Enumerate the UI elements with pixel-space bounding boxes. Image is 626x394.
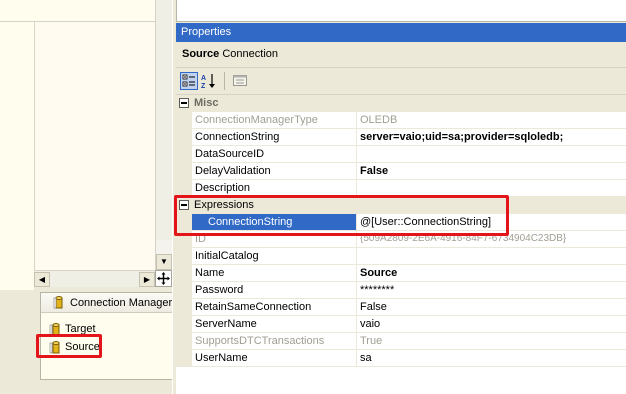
designer-canvas-left-strip: [0, 0, 34, 290]
vertical-scrollbar[interactable]: ▼: [155, 0, 172, 270]
scroll-down-arrow-icon[interactable]: ▼: [156, 254, 172, 270]
property-grid: Misc ConnectionManagerType OLEDB Connect…: [176, 94, 626, 394]
svg-text:A: A: [201, 75, 206, 82]
highlight-box-source: [36, 334, 102, 358]
category-label: Misc: [192, 95, 626, 112]
scroll-left-arrow-icon[interactable]: ◀: [34, 272, 50, 287]
properties-title-bar[interactable]: Properties: [176, 23, 626, 42]
highlight-box-expressions: [174, 195, 509, 236]
property-value[interactable]: False: [357, 299, 626, 316]
categorized-icon[interactable]: [180, 72, 198, 90]
object-name: Source: [182, 48, 220, 60]
toolbar-separator: [224, 72, 225, 90]
property-value[interactable]: [357, 146, 626, 163]
object-selector[interactable]: Source Connection: [176, 42, 626, 67]
property-row[interactable]: ConnectionManagerType OLEDB: [176, 112, 626, 129]
property-row[interactable]: DataSourceID: [176, 146, 626, 163]
row-gutter: [176, 282, 192, 299]
property-value[interactable]: Source: [357, 265, 626, 282]
vertical-scroll-track[interactable]: [156, 0, 172, 240]
property-name: Password: [192, 282, 357, 299]
property-value[interactable]: OLEDB: [357, 112, 626, 129]
object-type: Connection: [222, 48, 279, 60]
svg-text:Z: Z: [201, 83, 206, 90]
connection-managers-tab[interactable]: Connection Managers: [41, 293, 175, 313]
connection-manager-icon: [53, 296, 63, 309]
property-name: ServerName: [192, 316, 357, 333]
property-row[interactable]: DelayValidation False: [176, 163, 626, 180]
property-row[interactable]: ServerName vaio: [176, 316, 626, 333]
properties-toolbar: A Z: [176, 67, 626, 94]
horizontal-scrollbar[interactable]: ◀ ▶: [34, 270, 155, 287]
property-name: RetainSameConnection: [192, 299, 357, 316]
property-name: Name: [192, 265, 357, 282]
pan-move-icon[interactable]: [155, 270, 172, 287]
row-gutter: [176, 316, 192, 333]
property-row[interactable]: RetainSameConnection False: [176, 299, 626, 316]
property-row[interactable]: ConnectionString server=vaio;uid=sa;prov…: [176, 129, 626, 146]
property-value[interactable]: sa: [357, 350, 626, 367]
property-value[interactable]: vaio: [357, 316, 626, 333]
property-name: InitialCatalog: [192, 248, 357, 265]
row-gutter: [176, 129, 192, 146]
property-value[interactable]: server=vaio;uid=sa;provider=sqloledb;: [357, 129, 626, 146]
category-misc[interactable]: Misc: [176, 95, 626, 112]
designer-canvas-top-strip: [0, 0, 155, 22]
property-name: SupportsDTCTransactions: [192, 333, 357, 350]
scroll-right-arrow-icon[interactable]: ▶: [139, 272, 155, 287]
solution-explorer-area: [176, 0, 626, 22]
property-value[interactable]: [357, 248, 626, 265]
row-gutter: [176, 95, 192, 112]
row-gutter: [176, 163, 192, 180]
row-gutter: [176, 265, 192, 282]
property-value[interactable]: False: [357, 163, 626, 180]
row-gutter: [176, 350, 192, 367]
connection-managers-tab-label: Connection Managers: [70, 297, 175, 309]
row-gutter: [176, 333, 192, 350]
property-value[interactable]: True: [357, 333, 626, 350]
property-row[interactable]: Name Source: [176, 265, 626, 282]
property-name: DelayValidation: [192, 163, 357, 180]
property-value[interactable]: ********: [357, 282, 626, 299]
property-name: UserName: [192, 350, 357, 367]
property-row[interactable]: SupportsDTCTransactions True: [176, 333, 626, 350]
row-gutter: [176, 146, 192, 163]
property-name: ConnectionManagerType: [192, 112, 357, 129]
property-pages-icon[interactable]: [232, 72, 250, 90]
property-name: ConnectionString: [192, 129, 357, 146]
property-row[interactable]: UserName sa: [176, 350, 626, 367]
designer-canvas[interactable]: [34, 22, 155, 270]
alphabetical-icon[interactable]: A Z: [200, 72, 218, 90]
collapse-icon[interactable]: [179, 98, 189, 108]
row-gutter: [176, 299, 192, 316]
property-row[interactable]: InitialCatalog: [176, 248, 626, 265]
property-name: DataSourceID: [192, 146, 357, 163]
property-row[interactable]: Password ********: [176, 282, 626, 299]
row-gutter: [176, 112, 192, 129]
row-gutter: [176, 248, 192, 265]
